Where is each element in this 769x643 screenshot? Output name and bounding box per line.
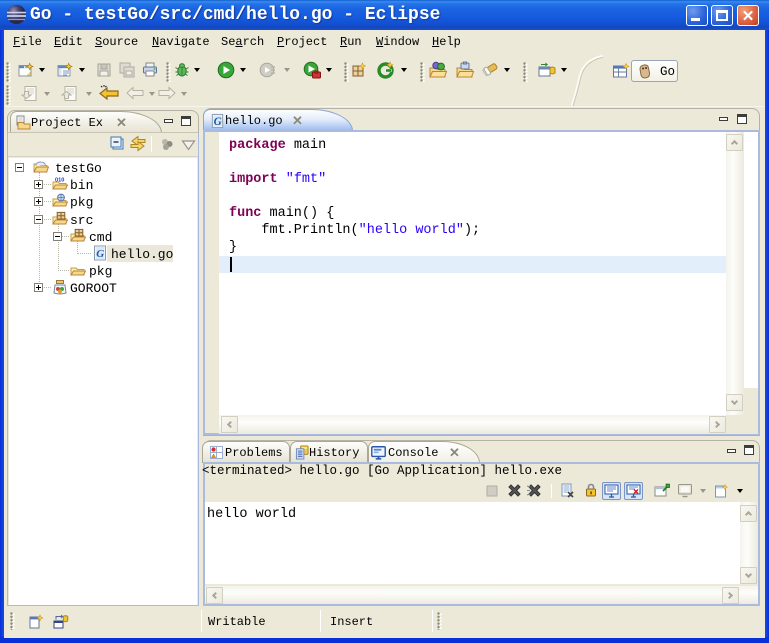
svg-text:G: G bbox=[96, 248, 104, 260]
svg-text:G: G bbox=[214, 116, 222, 128]
svg-text:010: 010 bbox=[55, 177, 64, 183]
